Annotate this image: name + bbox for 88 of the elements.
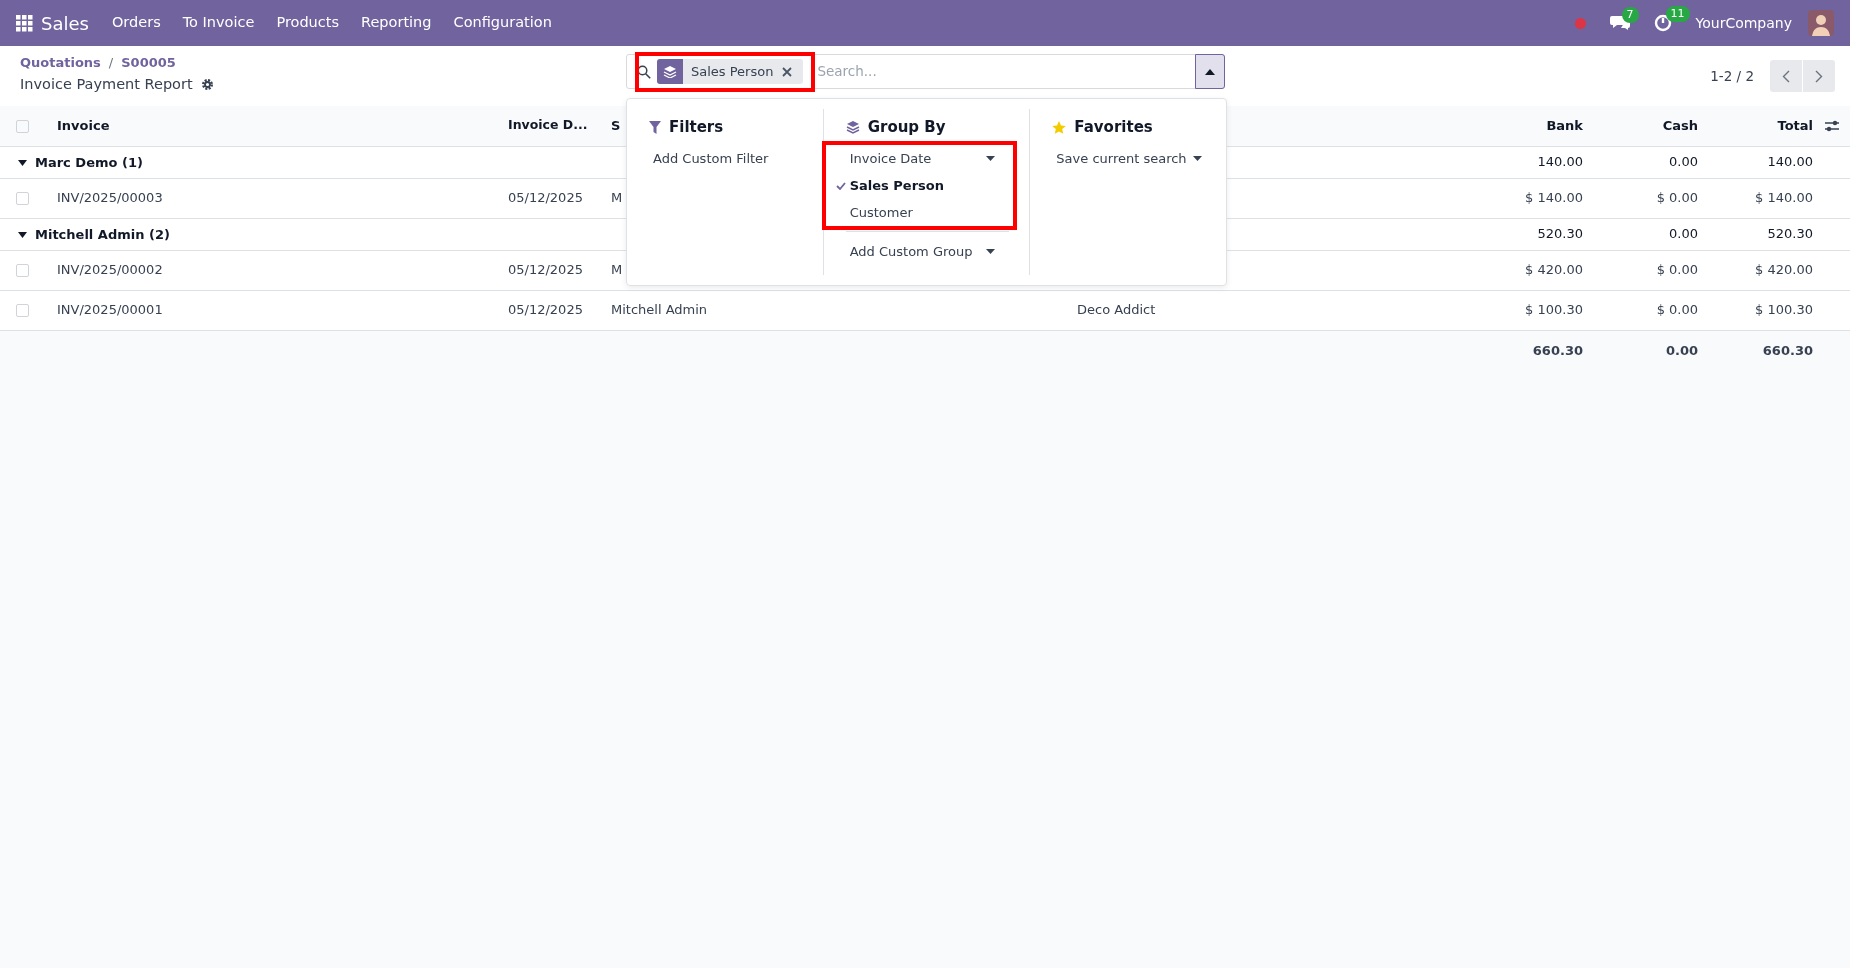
group-total: 140.00 bbox=[1537, 154, 1583, 170]
column-header: Invoice D... bbox=[508, 117, 588, 133]
table-cell: Deco Addict bbox=[1077, 302, 1156, 318]
group-by-option[interactable]: Invoice Date bbox=[831, 145, 1010, 172]
breadcrumb-link[interactable]: S00005 bbox=[121, 53, 176, 73]
menu-item[interactable]: Orders bbox=[100, 12, 172, 34]
group-total: 520.30 bbox=[1537, 226, 1583, 242]
star-icon bbox=[1052, 120, 1067, 134]
add-custom-group-dropdown[interactable]: Add Custom Group bbox=[845, 238, 1010, 265]
select-all-checkbox[interactable] bbox=[16, 120, 29, 133]
facet-label: Sales Person bbox=[690, 62, 775, 81]
group-total: 140.00 bbox=[1767, 154, 1813, 170]
breadcrumb-separator: / bbox=[108, 54, 114, 72]
column-header: Cash bbox=[1662, 118, 1698, 133]
table-cell: INV/2025/00001 bbox=[57, 302, 163, 318]
group-row-header[interactable]: Mitchell Admin (2) bbox=[18, 224, 170, 245]
caret-icon bbox=[1193, 156, 1202, 161]
status-dot-icon bbox=[1574, 17, 1586, 29]
layers-icon bbox=[845, 120, 860, 134]
table-cell: Mitchell Admin bbox=[611, 302, 708, 318]
chevron-right-icon bbox=[1815, 69, 1823, 83]
group-total: 0.00 bbox=[1669, 154, 1698, 170]
menu-item[interactable]: Reporting bbox=[350, 12, 443, 34]
notification-count: 7 bbox=[1621, 7, 1639, 23]
pager-value: 1-2 / 2 bbox=[1710, 66, 1754, 86]
caret-icon bbox=[18, 159, 27, 166]
chevron-left-icon bbox=[1782, 69, 1790, 83]
table-cell: $ 0.00 bbox=[1656, 190, 1698, 206]
clock-icon[interactable] bbox=[1653, 14, 1672, 32]
search-icon bbox=[637, 64, 651, 79]
group-label: Mitchell Admin (2) bbox=[35, 225, 170, 244]
notification-count: 11 bbox=[1665, 6, 1690, 22]
section-title: Filters bbox=[669, 116, 724, 138]
caret-icon bbox=[1205, 68, 1215, 75]
group-by-option[interactable]: Sales Person bbox=[831, 172, 1010, 199]
table-cell: $ 0.00 bbox=[1656, 262, 1698, 278]
column-settings-icon[interactable] bbox=[1825, 119, 1839, 132]
table-cell: 05/12/2025 bbox=[508, 302, 583, 318]
table-cell: INV/2025/00002 bbox=[57, 262, 163, 278]
app-name[interactable]: Sales bbox=[33, 9, 101, 37]
table-cell: 05/12/2025 bbox=[508, 190, 583, 206]
grand-total: 660.30 bbox=[1532, 342, 1583, 358]
user-avatar[interactable] bbox=[1808, 10, 1834, 36]
column-header: S bbox=[611, 118, 621, 133]
section-title: Favorites bbox=[1074, 116, 1153, 138]
group-total: 0.00 bbox=[1669, 226, 1698, 242]
column-header: Invoice bbox=[57, 118, 110, 133]
table-cell: $ 140.00 bbox=[1755, 190, 1813, 206]
row-checkbox[interactable] bbox=[16, 304, 29, 318]
table-cell: $ 0.00 bbox=[1656, 302, 1698, 318]
menu-item[interactable]: Products bbox=[265, 12, 350, 34]
table-cell: $ 140.00 bbox=[1525, 190, 1583, 206]
caret-icon bbox=[18, 231, 27, 238]
close-icon[interactable] bbox=[781, 65, 794, 78]
table-cell: M bbox=[611, 190, 623, 206]
filter-icon bbox=[649, 120, 661, 134]
group-label: Marc Demo (1) bbox=[35, 153, 143, 172]
section-title: Group By bbox=[867, 116, 946, 138]
table-cell: INV/2025/00003 bbox=[57, 190, 163, 206]
settings-icon[interactable] bbox=[200, 77, 214, 91]
table-cell: $ 100.30 bbox=[1755, 302, 1813, 318]
menu-item[interactable]: To Invoice bbox=[171, 12, 266, 34]
row-checkbox[interactable] bbox=[16, 192, 29, 206]
search-bar[interactable]: Sales Person Search... bbox=[626, 54, 1225, 89]
grand-total: 0.00 bbox=[1665, 342, 1698, 358]
group-by-option[interactable]: Customer bbox=[831, 199, 1010, 226]
menu-item[interactable]: Save current search bbox=[1052, 145, 1216, 172]
company-name[interactable]: YourCompany bbox=[1695, 12, 1792, 34]
column-header: Bank bbox=[1546, 118, 1583, 133]
menu-item[interactable]: Add Custom Filter bbox=[649, 145, 813, 172]
search-options-toggle[interactable] bbox=[1195, 54, 1225, 89]
menu-item[interactable]: Configuration bbox=[442, 12, 563, 34]
table-cell: $ 420.00 bbox=[1525, 262, 1583, 278]
column-header: Total bbox=[1777, 118, 1813, 133]
group-total: 520.30 bbox=[1767, 226, 1813, 242]
check-icon bbox=[835, 181, 846, 190]
group-row-header[interactable]: Marc Demo (1) bbox=[18, 152, 143, 173]
breadcrumb-link[interactable]: Quotations bbox=[20, 53, 101, 73]
table-cell: $ 420.00 bbox=[1755, 262, 1813, 278]
table-cell: 05/12/2025 bbox=[508, 262, 583, 278]
page-title: Invoice Payment Report bbox=[20, 74, 193, 94]
table-cell: M bbox=[611, 262, 623, 278]
table-cell: $ 100.30 bbox=[1525, 302, 1583, 318]
grand-total: 660.30 bbox=[1762, 342, 1813, 358]
layers-icon bbox=[663, 65, 677, 78]
caret-icon bbox=[986, 249, 996, 254]
row-checkbox[interactable] bbox=[16, 264, 29, 278]
apps-menu-icon[interactable] bbox=[16, 14, 33, 32]
